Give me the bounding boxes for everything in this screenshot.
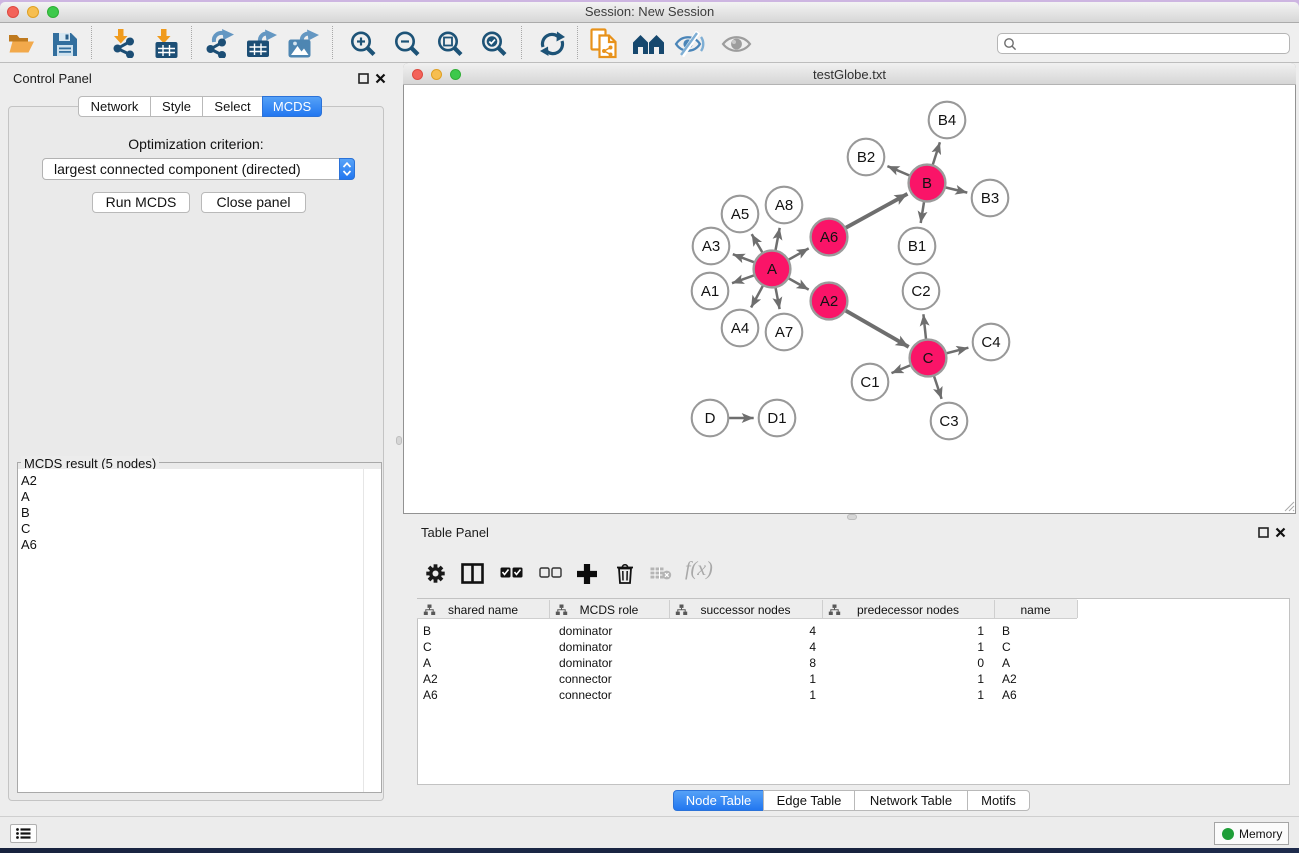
svg-text:A7: A7 (775, 324, 793, 341)
svg-text:C3: C3 (939, 413, 958, 430)
svg-text:A: A (767, 261, 777, 278)
svg-text:A4: A4 (731, 320, 749, 337)
svg-text:C4: C4 (981, 334, 1000, 351)
svg-text:D1: D1 (767, 410, 786, 427)
svg-text:C: C (923, 350, 934, 367)
svg-text:B4: B4 (938, 112, 956, 129)
svg-text:A3: A3 (702, 238, 720, 255)
svg-text:B1: B1 (908, 238, 926, 255)
svg-text:A6: A6 (820, 229, 838, 246)
svg-text:A8: A8 (775, 197, 793, 214)
svg-text:C1: C1 (860, 374, 879, 391)
svg-text:A1: A1 (701, 283, 719, 300)
svg-text:B2: B2 (857, 149, 875, 166)
svg-text:B3: B3 (981, 190, 999, 207)
svg-text:D: D (705, 410, 716, 427)
svg-text:B: B (922, 175, 932, 192)
svg-text:A2: A2 (820, 293, 838, 310)
svg-text:C2: C2 (911, 283, 930, 300)
svg-text:A5: A5 (731, 206, 749, 223)
